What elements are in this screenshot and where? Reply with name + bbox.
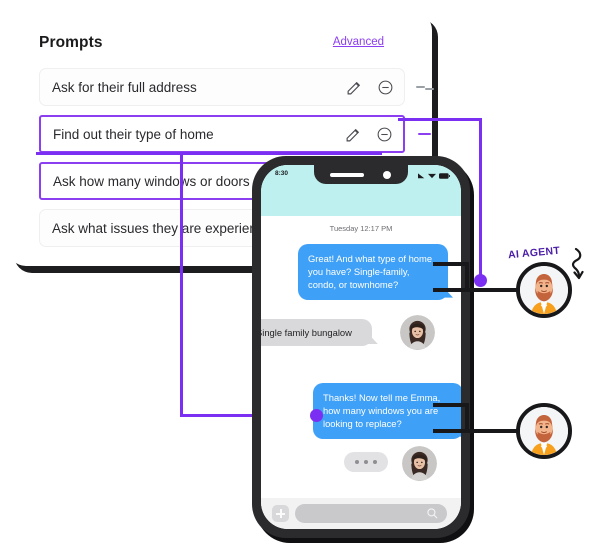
minus-circle-icon[interactable] — [376, 126, 393, 143]
prompt-row-3-label: Ask how many windows or doors — [53, 173, 250, 189]
message-bubble-user-1: Single family bungalow — [261, 319, 378, 347]
woman-avatar — [402, 446, 437, 481]
prompt-row-2-actions — [345, 117, 393, 151]
typing-dot — [355, 460, 359, 464]
typing-dot — [364, 460, 368, 464]
message-bubble-user-1-text: Single family bungalow — [261, 327, 352, 338]
pencil-icon[interactable] — [345, 126, 362, 143]
callout-leader-1-horizontal — [433, 288, 519, 292]
pencil-icon[interactable] — [346, 79, 363, 96]
status-time: 8:30 — [275, 170, 289, 177]
status-bar-icons — [418, 172, 450, 179]
message-bubble-agent-1-text: Great! And what type of home you have? S… — [308, 253, 433, 291]
plus-icon[interactable] — [272, 505, 289, 522]
callout-agent-2 — [516, 403, 572, 459]
prompt-row-1-actions — [346, 69, 394, 105]
search-icon[interactable] — [426, 507, 439, 520]
camera-dot — [383, 171, 391, 179]
minus-circle-icon[interactable] — [377, 79, 394, 96]
prompt-row-1-label: Ask for their full address — [52, 79, 197, 95]
connector-row3-vertical — [180, 152, 183, 416]
advanced-link[interactable]: Advanced — [333, 36, 384, 48]
connector-row2-horizontal-a — [398, 118, 482, 121]
agent-avatar-ring — [516, 403, 572, 459]
prompt-row-2-label: Find out their type of home — [53, 126, 214, 142]
prompt-row-1[interactable]: Ask for their full address — [39, 68, 434, 106]
day-timestamp: Tuesday 12:17 PM — [329, 224, 393, 233]
ai-agent-label: AI AGENT — [507, 244, 561, 262]
drag-handle-icon[interactable] — [415, 117, 433, 151]
wifi-icon — [428, 173, 436, 179]
callout-leader-2-top — [433, 403, 469, 407]
connector-row2-vertical — [479, 118, 482, 280]
message-bubble-agent-2-text: Thanks! Now tell me Emma, how many windo… — [323, 392, 441, 430]
bearded-man-avatar — [520, 407, 568, 455]
phone-mockup: 8:30 Tuesday 12:17 PM Great! And what ty… — [252, 156, 470, 538]
callout-leader-2-horizontal — [433, 429, 519, 433]
avatar — [400, 315, 435, 350]
callout-leader-1-top — [433, 262, 469, 266]
prompts-card-header: Prompts Advanced — [39, 34, 408, 56]
drag-handle-icon[interactable] — [416, 69, 434, 105]
illustration-stage: Prompts Advanced Ask for their full addr… — [0, 0, 589, 550]
bubble-tail — [366, 331, 378, 345]
message-bubble-agent-1: Great! And what type of home you have? S… — [298, 244, 453, 300]
speaker-bar — [330, 173, 364, 177]
avatar — [402, 446, 437, 481]
phone-notch — [314, 165, 408, 184]
message-input[interactable] — [295, 504, 447, 523]
page-title: Prompts — [39, 34, 103, 51]
connector-row3-horizontal-top — [36, 152, 382, 155]
signal-icon — [418, 173, 425, 179]
woman-avatar — [400, 315, 435, 350]
curved-arrow-icon — [571, 247, 584, 280]
chat-composer — [261, 498, 461, 529]
prompt-row-4-label: Ask what issues they are experiencing — [52, 220, 282, 236]
connector-row2-endpoint-dot — [474, 274, 487, 287]
battery-icon — [439, 172, 450, 179]
connector-row3-endpoint-dot — [310, 409, 323, 422]
typing-dot — [373, 460, 377, 464]
message-bubble-typing — [344, 452, 388, 472]
chat-thread: Tuesday 12:17 PM Great! And what type of… — [261, 216, 461, 498]
phone-screen: 8:30 Tuesday 12:17 PM Great! And what ty… — [261, 165, 461, 529]
prompt-row-2[interactable]: Find out their type of home — [39, 115, 431, 153]
